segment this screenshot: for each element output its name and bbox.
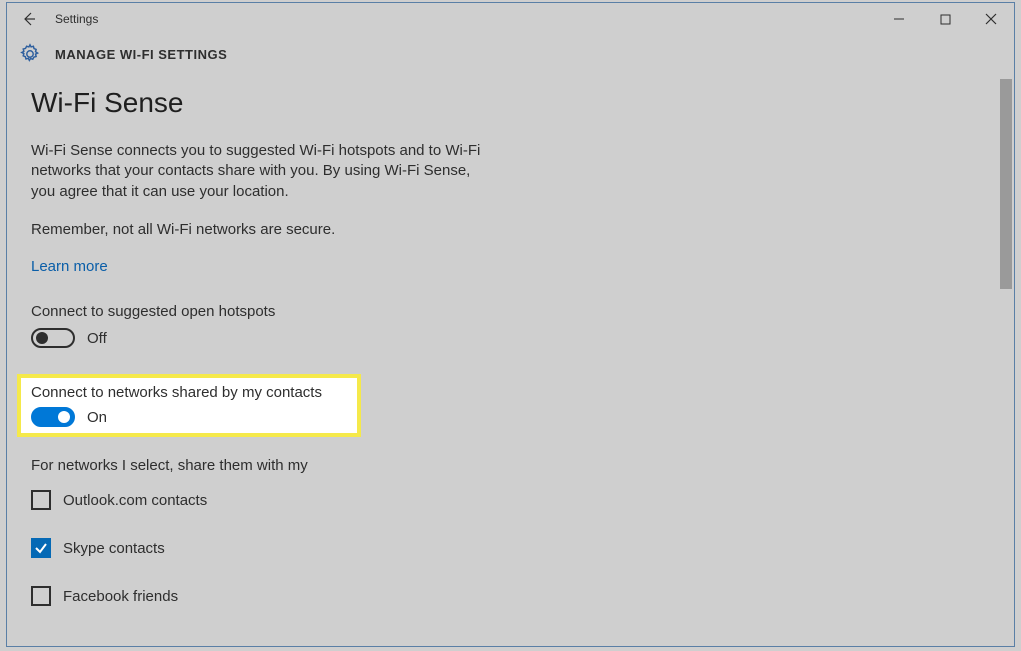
share-outlook-label: Outlook.com contacts	[63, 492, 207, 509]
back-button[interactable]	[7, 3, 51, 35]
share-with-label: For networks I select, share them with m…	[31, 457, 497, 474]
open-hotspots-label: Connect to suggested open hotspots	[31, 303, 497, 320]
share-skype-checkbox[interactable]	[31, 538, 51, 558]
shared-contacts-section: Connect to networks shared by my contact…	[17, 374, 361, 437]
check-icon	[34, 541, 48, 555]
window-title: Settings	[51, 12, 98, 26]
shared-contacts-toggle[interactable]	[31, 407, 75, 427]
shared-contacts-state: On	[87, 409, 107, 426]
settings-window: Settings MANAGE WI-FI SETTINGS Wi-Fi Sen…	[6, 2, 1015, 647]
maximize-icon	[940, 14, 951, 25]
open-hotspots-section: Connect to suggested open hotspots Off	[31, 303, 497, 348]
open-hotspots-state: Off	[87, 330, 107, 347]
share-facebook-label: Facebook friends	[63, 588, 178, 605]
learn-more-link[interactable]: Learn more	[31, 258, 108, 275]
vertical-scrollbar[interactable]	[1000, 79, 1012, 289]
wifi-sense-description: Wi-Fi Sense connects you to suggested Wi…	[31, 141, 497, 202]
wifi-sense-remember: Remember, not all Wi-Fi networks are sec…	[31, 220, 497, 240]
toggle-knob	[58, 411, 70, 423]
open-hotspots-toggle[interactable]	[31, 328, 75, 348]
page-title: Wi-Fi Sense	[31, 87, 497, 119]
share-outlook-checkbox[interactable]	[31, 490, 51, 510]
toggle-knob	[36, 332, 48, 344]
title-bar: Settings	[7, 3, 1014, 35]
shared-contacts-label: Connect to networks shared by my contact…	[31, 384, 347, 401]
share-outlook-row: Outlook.com contacts	[31, 490, 497, 510]
minimize-button[interactable]	[876, 3, 922, 35]
share-facebook-row: Facebook friends	[31, 586, 497, 606]
page-header: MANAGE WI-FI SETTINGS	[55, 47, 227, 62]
close-icon	[985, 13, 997, 25]
header-bar: MANAGE WI-FI SETTINGS	[7, 35, 1014, 77]
maximize-button[interactable]	[922, 3, 968, 35]
share-skype-label: Skype contacts	[63, 540, 165, 557]
back-arrow-icon	[21, 11, 37, 27]
content-area: Wi-Fi Sense Wi-Fi Sense connects you to …	[7, 77, 1014, 644]
minimize-icon	[893, 13, 905, 25]
share-facebook-checkbox[interactable]	[31, 586, 51, 606]
close-button[interactable]	[968, 3, 1014, 35]
gear-icon	[19, 43, 41, 65]
share-skype-row: Skype contacts	[31, 538, 497, 558]
